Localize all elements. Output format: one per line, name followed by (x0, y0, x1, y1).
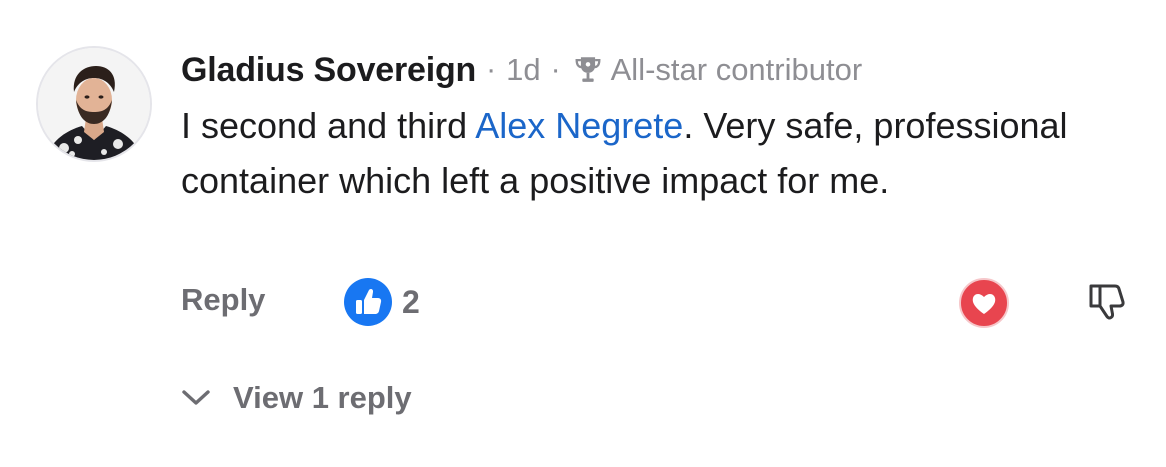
comment-meta: Gladius Sovereign · 1d · All-star contri… (181, 48, 862, 92)
comment-timestamp: 1d (506, 52, 541, 87)
heart-icon[interactable] (959, 278, 1009, 328)
mention-link[interactable]: Alex Negrete (475, 105, 683, 146)
avatar-image (38, 48, 150, 160)
meta-separator: · (550, 53, 561, 86)
comment-actions: Reply 2 (181, 276, 1131, 328)
author-name[interactable]: Gladius Sovereign (181, 51, 476, 90)
badge-label: All-star contributor (610, 52, 863, 87)
reply-button[interactable]: Reply (181, 282, 265, 318)
like-button[interactable]: 2 (344, 278, 420, 326)
chevron-down-icon (182, 390, 210, 405)
trophy-icon (575, 57, 601, 82)
thumbs-up-icon (344, 278, 392, 326)
comment-text-start: I second and third (181, 105, 476, 146)
avatar[interactable] (36, 46, 152, 162)
thumbs-down-icon[interactable] (1085, 280, 1129, 324)
view-replies-label: View 1 reply (233, 380, 412, 415)
meta-separator: · (486, 53, 497, 86)
comment: Gladius Sovereign · 1d · All-star contri… (0, 0, 1166, 467)
view-replies-button[interactable]: View 1 reply (181, 380, 412, 416)
comment-body: I second and third Alex Negrete. Very sa… (181, 98, 1141, 208)
contributor-badge: All-star contributor (571, 52, 863, 88)
like-count: 2 (402, 283, 420, 320)
